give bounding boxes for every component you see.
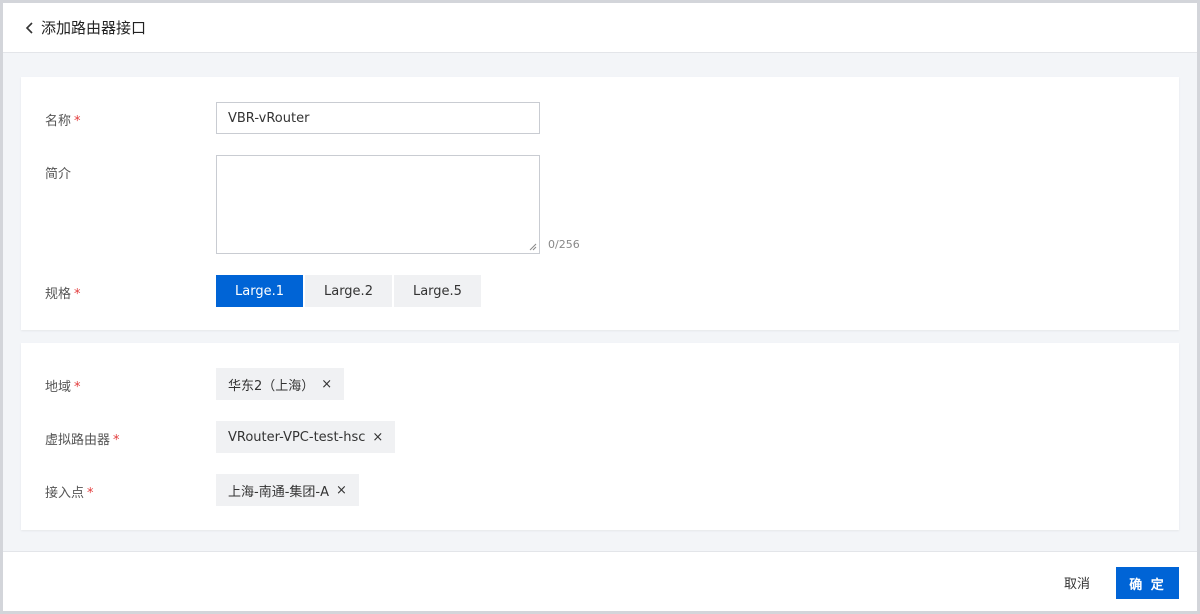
name-input-value: VBR-vRouter	[228, 110, 310, 126]
page-title: 添加路由器接口	[41, 19, 147, 37]
required-mark: *	[113, 433, 120, 448]
router-tag-text: VRouter-VPC-test-hsc	[228, 429, 366, 445]
remove-region-icon[interactable]: ×	[321, 377, 332, 392]
description-textarea[interactable]	[216, 155, 540, 254]
chevron-left-icon[interactable]	[22, 20, 38, 36]
spec-label-text: 规格	[45, 287, 72, 302]
spec-label: 规格 *	[45, 283, 81, 302]
required-mark: *	[74, 287, 81, 302]
required-mark: *	[87, 486, 94, 501]
remove-access-point-icon[interactable]: ×	[336, 483, 347, 498]
description-label-text: 简介	[45, 167, 72, 182]
page-frame: 添加路由器接口 名称 * VBR-vRouter 简介 0/256 规格 * Lar…	[0, 0, 1200, 614]
name-label-text: 名称	[45, 114, 72, 129]
spec-option-large-1[interactable]: Large.1	[216, 275, 303, 307]
name-input[interactable]: VBR-vRouter	[216, 102, 540, 134]
location-card: 地域 * 华东2（上海） × 虚拟路由器 * VRouter-VPC-test-hs…	[21, 343, 1179, 530]
region-tag-text: 华东2（上海）	[228, 378, 315, 394]
spec-option-large-5[interactable]: Large.5	[393, 275, 481, 307]
description-counter: 0/256	[548, 238, 580, 251]
region-label: 地域 *	[45, 376, 81, 395]
router-tag: VRouter-VPC-test-hsc ×	[216, 421, 396, 453]
page-footer: 取消 确 定	[3, 551, 1197, 611]
remove-router-icon[interactable]: ×	[372, 430, 383, 445]
region-label-text: 地域	[45, 380, 72, 395]
required-mark: *	[74, 380, 81, 395]
router-label-text: 虚拟路由器	[45, 433, 111, 448]
access-point-label-text: 接入点	[45, 486, 85, 501]
region-tag: 华东2（上海） ×	[216, 368, 345, 400]
cancel-button[interactable]: 取消	[1064, 569, 1090, 601]
name-label: 名称 *	[45, 110, 81, 129]
basic-info-card: 名称 * VBR-vRouter 简介 0/256 规格 * Large.1 Lar…	[21, 77, 1179, 330]
access-point-tag-text: 上海-南通-集团-A	[228, 484, 329, 500]
resize-handle-icon[interactable]	[529, 243, 537, 251]
description-label: 简介	[45, 163, 71, 182]
access-point-label: 接入点 *	[45, 482, 94, 501]
spec-option-large-2[interactable]: Large.2	[304, 275, 392, 307]
router-label: 虚拟路由器 *	[45, 429, 120, 448]
confirm-button[interactable]: 确 定	[1116, 567, 1179, 599]
spec-selector: Large.1 Large.2 Large.5	[216, 275, 483, 307]
required-mark: *	[74, 114, 81, 129]
access-point-tag: 上海-南通-集团-A ×	[216, 474, 359, 506]
page-header: 添加路由器接口	[3, 3, 1197, 53]
